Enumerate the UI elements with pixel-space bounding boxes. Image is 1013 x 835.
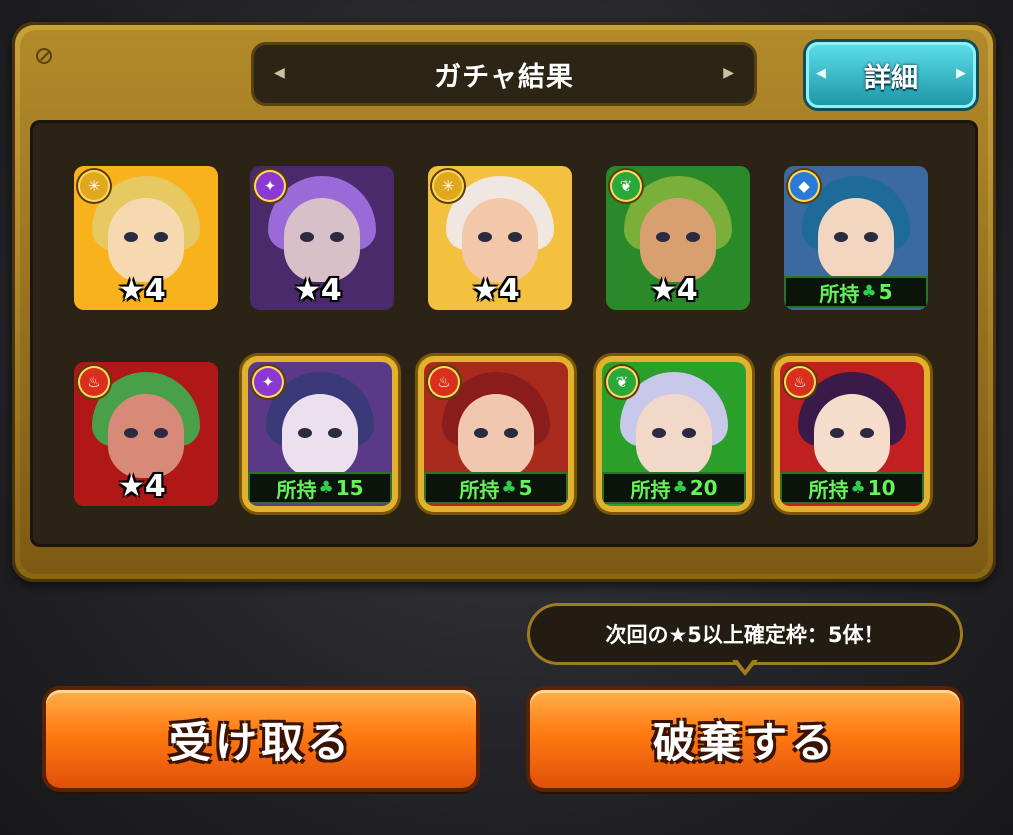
monster-card[interactable]: ✦ ★4 xyxy=(250,166,394,310)
monster-card[interactable]: ◆ 所持 ♣ 5 xyxy=(784,166,928,310)
owned-count: 15 xyxy=(335,476,364,500)
portrait-eye xyxy=(298,428,312,438)
portrait-face xyxy=(462,198,538,282)
owned-count: 20 xyxy=(689,476,718,500)
guarantee-tooltip: 次回の★5以上確定枠：5体！ xyxy=(530,606,960,662)
fire-icon: ♨ xyxy=(430,368,458,396)
dark-icon: ✦ xyxy=(256,172,284,200)
portrait-eye xyxy=(154,232,168,242)
monster-card[interactable]: ✦ 所持 ♣ 15 xyxy=(248,362,392,506)
rarity-label: ★4 xyxy=(650,273,698,308)
portrait-eye xyxy=(330,232,344,242)
owned-count-bar: 所持 ♣ 5 xyxy=(784,276,928,308)
light-icon: ✳ xyxy=(434,172,462,200)
owned-count-bar: 所持 ♣ 20 xyxy=(602,472,746,504)
portrait-eye xyxy=(830,428,844,438)
water-icon: ◆ xyxy=(790,172,818,200)
receive-button[interactable]: 受け取る xyxy=(46,690,476,788)
portrait-face xyxy=(640,198,716,282)
fire-icon: ♨ xyxy=(786,368,814,396)
monster-card[interactable]: ❦ 所持 ♣ 20 xyxy=(602,362,746,506)
owned-count-bar: 所持 ♣ 10 xyxy=(780,472,924,504)
portrait-eye xyxy=(328,428,342,438)
right-triangle-icon: ▶ xyxy=(956,66,966,81)
owned-label: 所持 xyxy=(819,281,860,306)
portrait-eye xyxy=(652,428,666,438)
title-bar: ◀ ガチャ結果 ▶ xyxy=(254,45,754,103)
clover-icon: ♣ xyxy=(501,478,517,498)
portrait-eye xyxy=(478,232,492,242)
portrait-eye xyxy=(686,232,700,242)
portrait-eye xyxy=(508,232,522,242)
dark-icon: ✦ xyxy=(254,368,282,396)
owned-count-bar: 所持 ♣ 5 xyxy=(424,472,568,504)
owned-label: 所持 xyxy=(459,477,500,502)
clover-icon: ♣ xyxy=(850,478,866,498)
owned-count-bar: 所持 ♣ 15 xyxy=(248,472,392,504)
owned-label: 所持 xyxy=(276,477,317,502)
clover-icon: ♣ xyxy=(318,478,334,498)
rarity-label: ★4 xyxy=(118,469,166,504)
owned-count: 5 xyxy=(518,476,533,500)
left-triangle-icon: ◀ xyxy=(274,65,285,81)
right-triangle-icon: ▶ xyxy=(723,65,734,81)
detail-button[interactable]: ◀ 詳細 ▶ xyxy=(806,42,976,108)
wood-icon: ❦ xyxy=(608,368,636,396)
tooltip-tail xyxy=(732,658,758,676)
rarity-label: ★4 xyxy=(118,273,166,308)
portrait-face xyxy=(282,394,358,478)
rarity-label: ★4 xyxy=(294,273,342,308)
clover-icon: ♣ xyxy=(672,478,688,498)
monster-card[interactable]: ✳ ★4 xyxy=(428,166,572,310)
portrait-eye xyxy=(504,428,518,438)
monster-card[interactable]: ♨ 所持 ♣ 10 xyxy=(780,362,924,506)
portrait-eye xyxy=(474,428,488,438)
owned-label: 所持 xyxy=(808,477,849,502)
discard-button-label: 破棄する xyxy=(652,717,837,767)
left-triangle-icon: ◀ xyxy=(816,66,826,81)
discard-button[interactable]: 破棄する xyxy=(530,690,960,788)
portrait-face xyxy=(814,394,890,478)
page-title: ガチャ結果 xyxy=(434,61,574,93)
wood-icon: ❦ xyxy=(612,172,640,200)
owned-label: 所持 xyxy=(630,477,671,502)
clover-icon: ♣ xyxy=(861,282,877,302)
portrait-eye xyxy=(154,428,168,438)
portrait-face xyxy=(818,198,894,282)
fire-icon: ♨ xyxy=(80,368,108,396)
panel-screw-icon xyxy=(36,48,52,64)
portrait-face xyxy=(284,198,360,282)
owned-count: 10 xyxy=(867,476,896,500)
rarity-label: ★4 xyxy=(472,273,520,308)
portrait-face xyxy=(458,394,534,478)
portrait-eye xyxy=(124,232,138,242)
portrait-eye xyxy=(656,232,670,242)
monster-card[interactable]: ♨ 所持 ♣ 5 xyxy=(424,362,568,506)
portrait-eye xyxy=(864,232,878,242)
monster-card[interactable]: ❦ ★4 xyxy=(606,166,750,310)
portrait-eye xyxy=(834,232,848,242)
portrait-eye xyxy=(860,428,874,438)
light-icon: ✳ xyxy=(80,172,108,200)
portrait-face xyxy=(636,394,712,478)
portrait-eye xyxy=(682,428,696,438)
portrait-eye xyxy=(124,428,138,438)
monster-card[interactable]: ♨ ★4 xyxy=(74,362,218,506)
owned-count: 5 xyxy=(878,280,893,304)
portrait-face xyxy=(108,394,184,478)
portrait-face xyxy=(108,198,184,282)
receive-button-label: 受け取る xyxy=(168,717,353,767)
portrait-eye xyxy=(300,232,314,242)
detail-button-label: 詳細 xyxy=(864,62,918,94)
monster-card[interactable]: ✳ ★4 xyxy=(74,166,218,310)
